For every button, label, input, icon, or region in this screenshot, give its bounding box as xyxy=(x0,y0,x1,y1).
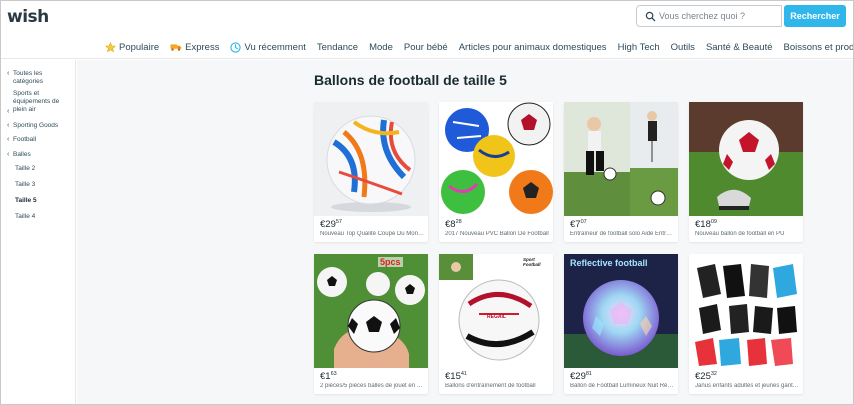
nav-item-trending[interactable]: Tendance xyxy=(317,42,358,53)
product-title: Nouveau Top Qualité Coupe Du Monde Ballo… xyxy=(320,231,424,237)
search-icon xyxy=(645,11,656,22)
nav-item-fashion[interactable]: Mode xyxy=(369,42,393,53)
image-caption: 5pcs xyxy=(378,257,403,267)
sidebar-item-balls[interactable]: ‹ Balles xyxy=(7,151,69,159)
page-title: Ballons de football de taille 5 xyxy=(314,72,507,88)
sidebar-label: Football xyxy=(13,136,37,143)
sidebar-item-football[interactable]: ‹ Football xyxy=(7,136,69,144)
nav-item-recent[interactable]: Vu récemment xyxy=(230,41,306,53)
nav-item-tools[interactable]: Outils xyxy=(671,42,695,53)
sidebar-label: Toutes les catégories xyxy=(13,70,43,85)
chevron-left-icon: ‹ xyxy=(7,108,10,115)
product-price: €2957 xyxy=(320,219,342,230)
nav-label: High Tech xyxy=(617,41,660,53)
product-price: €163 xyxy=(320,371,337,382)
nav-label: Populaire xyxy=(119,41,160,53)
sidebar-label: Balles xyxy=(13,151,31,158)
main-content: Ballons de football de taille 5 €2957 No… xyxy=(77,60,853,404)
nav-label: Vu récemment xyxy=(244,41,306,53)
nav-item-baby[interactable]: Pour bébé xyxy=(404,42,448,53)
nav-label: Tendance xyxy=(316,41,359,53)
product-image xyxy=(564,102,678,216)
nav-label: Mode xyxy=(369,41,393,53)
product-image xyxy=(564,254,678,368)
search-button[interactable]: Rechercher xyxy=(784,5,846,27)
nav-item-drinks[interactable]: Boissons et produits xyxy=(784,42,854,53)
product-price: €707 xyxy=(570,219,587,230)
product-title: Janus enfants adultes et jeunes gants de… xyxy=(695,383,799,389)
search-input[interactable] xyxy=(659,8,779,24)
product-card[interactable]: €1809 Nouveau ballon de football en PU xyxy=(689,102,803,242)
chevron-left-icon: ‹ xyxy=(7,136,10,143)
chevron-left-icon: ‹ xyxy=(7,122,10,129)
category-sidebar: ‹ Toutes les catégories ‹ Sports et équi… xyxy=(1,60,76,404)
product-title: 2017 Nouveau PVC Ballon De Football xyxy=(445,231,549,237)
product-image xyxy=(439,102,553,216)
product-card[interactable]: €2532 Janus enfants adultes et jeunes ga… xyxy=(689,254,803,394)
nav-label: Boissons et produits xyxy=(783,41,854,53)
nav-item-popular[interactable]: Populaire xyxy=(105,42,159,53)
product-card[interactable]: €707 Entraîneur de football solo Aide En… xyxy=(564,102,678,242)
sidebar-label: Sporting Goods xyxy=(13,122,59,129)
product-card[interactable]: Reflective football €2981 Ballon de Foot… xyxy=(564,254,678,394)
sidebar-item-sports[interactable]: ‹ Sports et équipements de plein air xyxy=(7,90,69,115)
product-card[interactable]: Sport Football REGAIL €1541 Ballons d'en… xyxy=(439,254,553,394)
nav-item-pets[interactable]: Articles pour animaux domestiques xyxy=(459,42,607,53)
product-price: €1541 xyxy=(445,371,467,382)
search-box[interactable] xyxy=(636,5,782,27)
star-icon xyxy=(105,41,116,52)
nav-item-hightech[interactable]: High Tech xyxy=(618,42,660,53)
product-price: €1809 xyxy=(695,219,717,230)
product-card[interactable]: €163 2 pièces/5 pièces balles de jouet e… xyxy=(314,254,428,394)
nav-label: Pour bébé xyxy=(403,41,448,53)
nav-label: Express xyxy=(185,41,220,53)
chevron-left-icon: ‹ xyxy=(7,70,10,77)
image-brand: REGAIL xyxy=(487,314,506,320)
sidebar-label: Sports et équipements de plein air xyxy=(13,90,60,113)
product-image xyxy=(314,102,428,216)
product-image xyxy=(689,102,803,216)
product-price: €2981 xyxy=(570,371,592,382)
product-price: €2532 xyxy=(695,371,717,382)
browser-frame: wish Rechercher Populaire xyxy=(0,0,854,405)
product-card[interactable]: €828 2017 Nouveau PVC Ballon De Football xyxy=(439,102,553,242)
nav-label: Articles pour animaux domestiques xyxy=(458,41,607,53)
sidebar-item-sporting-goods[interactable]: ‹ Sporting Goods xyxy=(7,122,73,130)
image-caption: Sport Football xyxy=(523,257,541,267)
sidebar-item-all-categories[interactable]: ‹ Toutes les catégories xyxy=(7,70,69,86)
sidebar-item-size-4[interactable]: Taille 4 xyxy=(15,213,35,221)
nav-label: Santé & Beauté xyxy=(705,41,773,53)
sidebar-item-size-2[interactable]: Taille 2 xyxy=(15,165,35,173)
wish-logo[interactable]: wish xyxy=(7,7,49,27)
product-image xyxy=(439,254,553,368)
nav-item-health[interactable]: Santé & Beauté xyxy=(706,42,773,53)
product-title: Nouveau ballon de football en PU xyxy=(695,231,785,237)
sidebar-item-size-5[interactable]: Taille 5 xyxy=(15,197,37,205)
product-title: Ballons d'entraînement de football xyxy=(445,383,536,389)
product-title: Ballon de Football Lumineux Nuit Réfléch… xyxy=(570,383,674,389)
product-title: Entraîneur de football solo Aide Entraîn… xyxy=(570,231,674,237)
sidebar-item-size-3[interactable]: Taille 3 xyxy=(15,181,35,189)
nav-item-express[interactable]: Express xyxy=(170,42,219,53)
truck-icon xyxy=(170,44,182,51)
chevron-left-icon: ‹ xyxy=(7,151,10,158)
nav-label: Outils xyxy=(670,41,695,53)
product-price: €828 xyxy=(445,219,462,230)
product-title: 2 pièces/5 pièces balles de jouet en mou… xyxy=(320,383,424,389)
clock-icon xyxy=(230,41,242,53)
top-bar: wish Rechercher Populaire xyxy=(1,1,854,59)
product-card[interactable]: €2957 Nouveau Top Qualité Coupe Du Monde… xyxy=(314,102,428,242)
image-caption: Reflective football xyxy=(570,258,648,268)
product-image xyxy=(314,254,428,368)
product-image xyxy=(689,254,803,368)
category-nav: Populaire Express Vu récemment Tendance xyxy=(105,40,854,54)
